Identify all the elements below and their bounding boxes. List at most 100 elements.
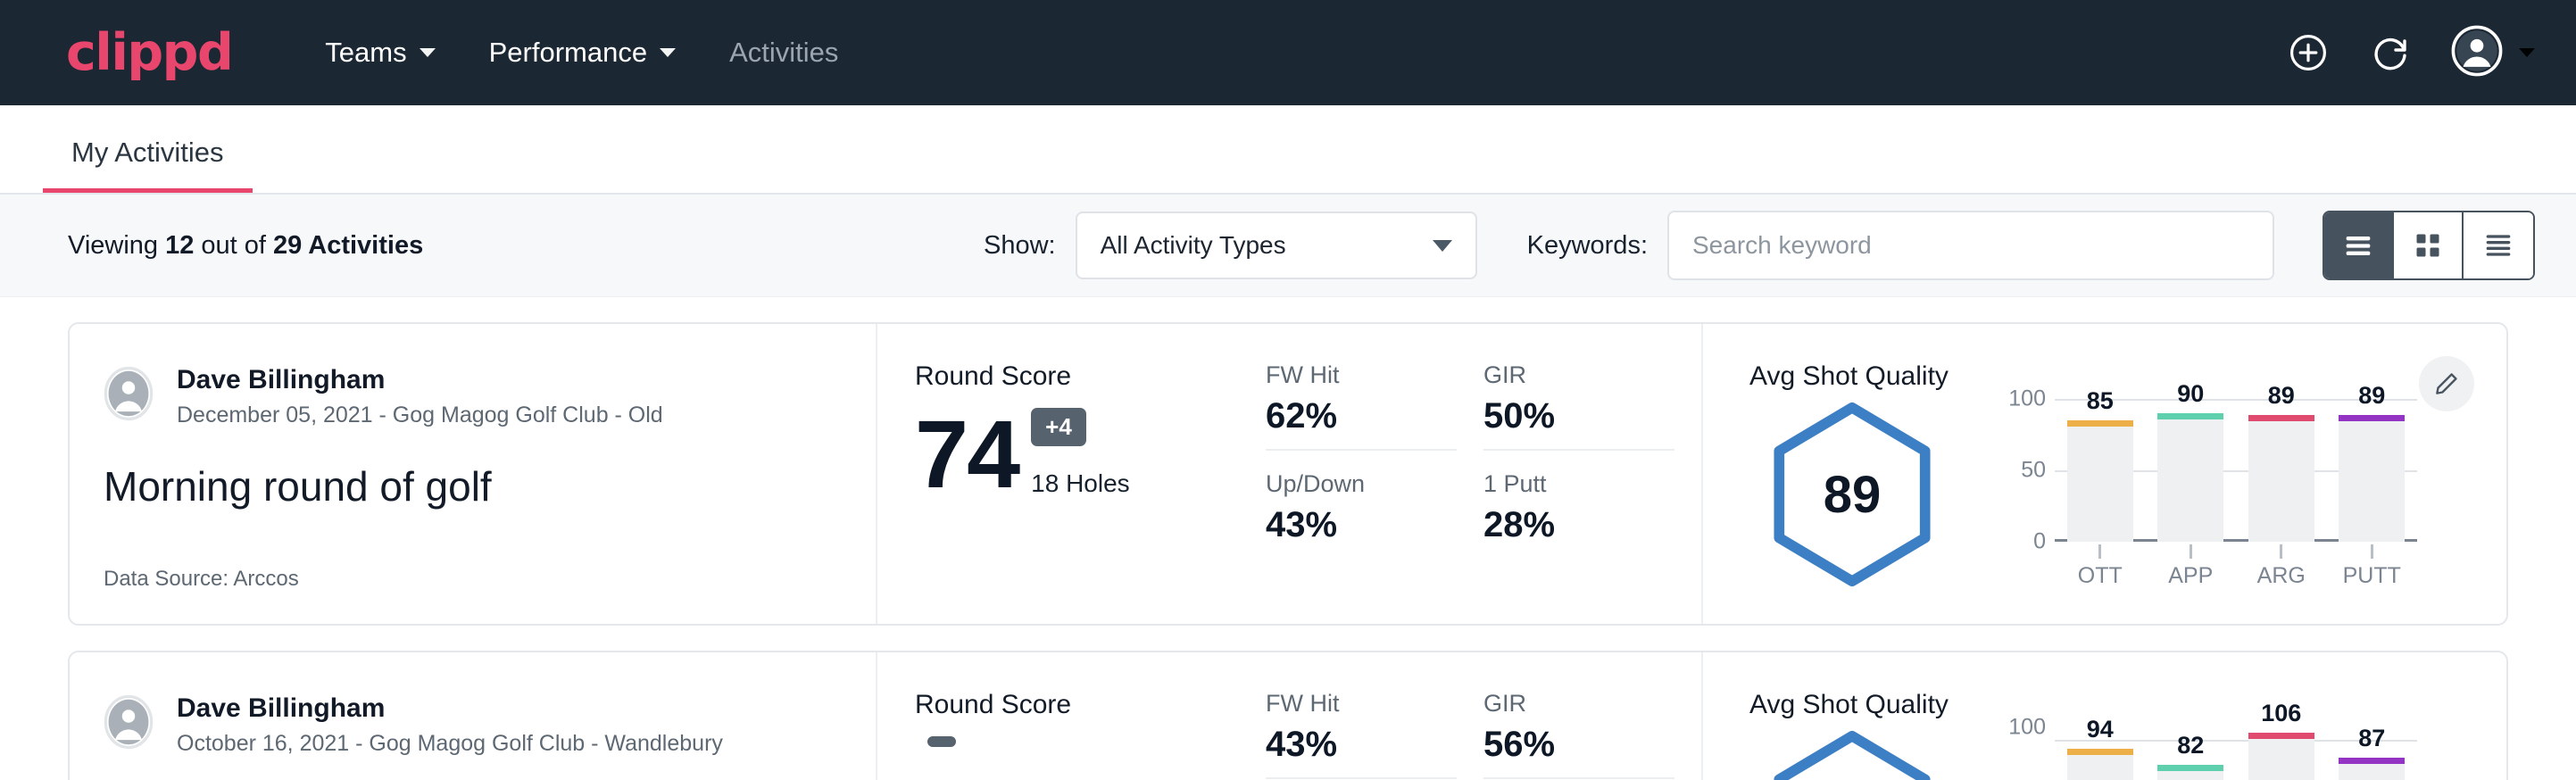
chevron-down-icon [420, 48, 436, 57]
activity-card[interactable]: Dave Billingham December 05, 2021 - Gog … [68, 322, 2508, 626]
stat-label: Up/Down [1266, 470, 1457, 498]
stat-up-down: Up/Down 43% [1266, 470, 1457, 558]
card-stats-column: FW Hit 43% GIR 56% [1266, 652, 1703, 780]
account-menu[interactable] [2451, 25, 2535, 81]
viewing-count: 12 [165, 231, 194, 260]
player-text: Dave Billingham October 16, 2021 - Gog M… [177, 692, 723, 757]
chart-bars: 85 90 [2055, 399, 2417, 542]
nav-item-label: Teams [325, 37, 406, 69]
viewing-prefix: Viewing [68, 231, 165, 260]
bar-app: 90 [2157, 413, 2223, 542]
tick-cell [2327, 544, 2418, 559]
x-label: PUTT [2327, 563, 2418, 589]
avg-shot-quality-label: Avg Shot Quality [1749, 690, 2417, 720]
pencil-icon [2433, 370, 2460, 397]
stat-value: 43% [1266, 725, 1457, 765]
nav-item-performance[interactable]: Performance [462, 24, 702, 81]
viewing-middle: out of [194, 231, 273, 260]
bar-cell-putt: 87 [2327, 727, 2418, 780]
tick-cell [2146, 544, 2237, 559]
chevron-down-icon [660, 48, 676, 57]
stat-value: 50% [1483, 396, 1674, 436]
stat-fw-hit: FW Hit 43% [1266, 690, 1457, 779]
chevron-down-icon [1433, 240, 1452, 252]
grid-view-button[interactable] [2394, 212, 2464, 278]
round-score-label: Round Score [915, 690, 1266, 720]
y-tick: 0 [2033, 529, 2046, 555]
compact-view-button[interactable] [2464, 212, 2533, 278]
bar-value: 87 [2358, 725, 2385, 752]
viewing-total: 29 Activities [273, 231, 423, 260]
bar-cell-arg: 106 [2236, 727, 2327, 780]
clippd-logo[interactable]: clippd [66, 28, 232, 79]
quality-hex-wrap: 89 [1749, 399, 1955, 590]
chart-y-axis: 100 50 0 [1982, 727, 2046, 780]
refresh-icon[interactable] [2369, 31, 2412, 74]
activity-title: Morning round of golf [104, 462, 840, 510]
tick-mark [2371, 544, 2373, 559]
bar-value: 90 [2177, 380, 2204, 408]
edit-activity-button[interactable] [2419, 356, 2474, 411]
bar-value: 85 [2087, 387, 2114, 415]
chart-plot-area: 85 90 [2055, 399, 2417, 542]
x-label: ARG [2236, 563, 2327, 589]
tick-cell [2055, 544, 2146, 559]
card-stats-column: FW Hit 62% GIR 50% Up/Down 43% 1 Putt 28… [1266, 324, 1703, 624]
tick-mark [2280, 544, 2282, 559]
bar-cell-ott: 94 [2055, 727, 2146, 780]
nav-item-label: Performance [489, 37, 647, 69]
tick-mark [2190, 544, 2192, 559]
bar-cap [2157, 765, 2223, 771]
activity-type-select[interactable]: All Activity Types [1076, 212, 1477, 279]
list-view-button[interactable] [2324, 212, 2394, 278]
hexagon-gauge: 89 [1765, 399, 1940, 590]
stat-label: FW Hit [1266, 361, 1457, 389]
player-name: Dave Billingham [177, 363, 663, 397]
tab-bar: My Activities [0, 105, 2576, 195]
nav-item-teams[interactable]: Teams [298, 24, 461, 81]
bar-putt: 89 [2339, 415, 2405, 542]
activity-card[interactable]: Dave Billingham October 16, 2021 - Gog M… [68, 651, 2508, 780]
bar-app: 82 [2157, 765, 2223, 780]
bar-cap [2067, 420, 2133, 427]
chart-bars: 94 82 [2055, 727, 2417, 780]
nav-item-activities[interactable]: Activities [702, 24, 865, 81]
card-player-column: Dave Billingham December 05, 2021 - Gog … [70, 324, 877, 624]
x-label: OTT [2055, 563, 2146, 589]
stat-value: 62% [1266, 396, 1457, 436]
card-score-column: Round Score [877, 652, 1266, 780]
bar-cell-arg: 89 [2236, 399, 2327, 542]
tab-my-activities[interactable]: My Activities [43, 137, 253, 193]
quality-hex-wrap [1749, 727, 1955, 780]
hexagon-gauge [1765, 727, 1940, 780]
player-text: Dave Billingham December 05, 2021 - Gog … [177, 363, 663, 428]
stat-value: 43% [1266, 505, 1457, 545]
player-name: Dave Billingham [177, 692, 723, 726]
avatar [2451, 25, 2503, 81]
activity-list: Dave Billingham December 05, 2021 - Gog … [0, 297, 2576, 780]
stat-fw-hit: FW Hit 62% [1266, 361, 1457, 451]
y-tick: 100 [2008, 386, 2046, 412]
score-side: +4 18 Holes [1031, 408, 1130, 498]
avatar [104, 694, 154, 754]
player-header: Dave Billingham October 16, 2021 - Gog M… [104, 692, 840, 757]
keywords-label: Keywords: [1527, 231, 1648, 261]
bar-value: 89 [2358, 382, 2385, 410]
stat-label: GIR [1483, 361, 1674, 389]
avatar [104, 366, 154, 426]
bar-arg: 106 [2248, 733, 2314, 780]
chart-x-labels: OTT APP ARG PUTT [2055, 563, 2417, 589]
plus-circle-icon[interactable] [2287, 31, 2330, 74]
bar-cap [2248, 733, 2314, 739]
bar-ott: 94 [2067, 749, 2133, 780]
bar-cell-putt: 89 [2327, 399, 2418, 542]
bar-value: 106 [2261, 700, 2301, 727]
shot-quality-chart: 100 50 0 94 [1982, 727, 2417, 780]
search-input[interactable] [1667, 211, 2274, 280]
bar-arg: 89 [2248, 415, 2314, 542]
quality-body: 100 50 0 94 [1749, 727, 2417, 780]
header-actions [2287, 25, 2535, 81]
hexagon-icon [1765, 727, 1940, 780]
quality-body: 89 100 50 0 [1749, 399, 2417, 590]
stat-value: 28% [1483, 505, 1674, 545]
